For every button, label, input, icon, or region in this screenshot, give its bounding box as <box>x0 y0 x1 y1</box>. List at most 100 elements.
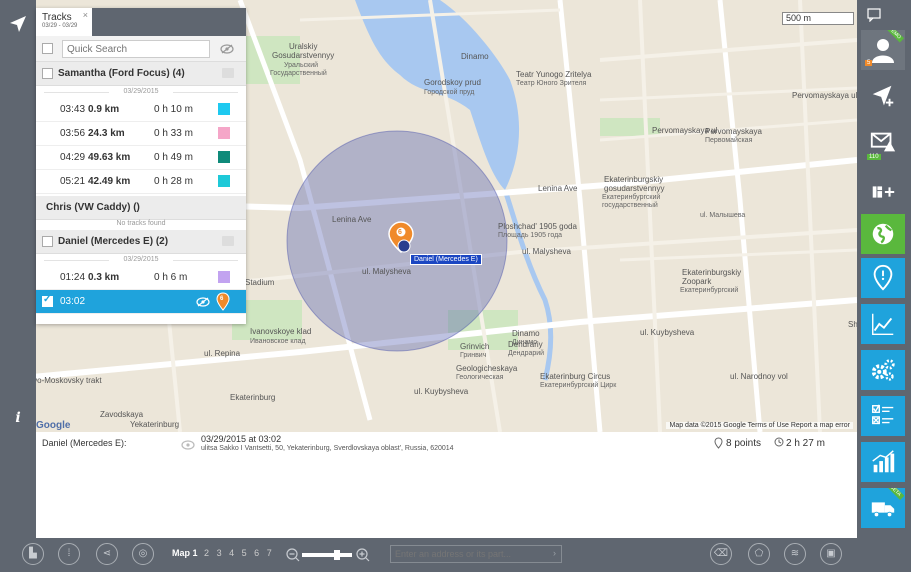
chat-icon[interactable] <box>222 236 234 246</box>
tab-tracks[interactable]: Tracks 03/29 - 03/29 × <box>36 8 92 36</box>
map-scale: 500 m <box>782 12 854 25</box>
map-page-2[interactable]: 2 <box>204 548 209 558</box>
line-chart-icon <box>872 313 894 335</box>
chat-bubble-icon[interactable] <box>867 8 881 22</box>
map-pin-icon[interactable] <box>216 292 230 312</box>
map-page-7[interactable]: 7 <box>267 548 272 558</box>
date-separator: 03/29/2015 <box>36 254 246 266</box>
polygon-icon[interactable]: ⬠ <box>748 543 770 565</box>
add-location-button[interactable] <box>861 76 905 116</box>
track-color-swatch[interactable] <box>218 151 230 163</box>
chat-icon[interactable] <box>222 68 234 78</box>
tasks-button[interactable] <box>861 396 905 436</box>
info-icon[interactable]: i <box>8 410 28 428</box>
hide-all-eye-icon[interactable] <box>220 44 234 54</box>
map-label: ul. Malysheva <box>362 267 411 276</box>
track-time: 04:29 <box>60 152 86 163</box>
map-page-6[interactable]: 6 <box>254 548 259 558</box>
track-row-selected[interactable]: ✓ 03:02 6 <box>36 290 246 314</box>
track-row[interactable]: 03:56 24.3 km 0 h 33 m <box>36 122 246 146</box>
left-toolbar: i <box>0 0 36 432</box>
track-duration: 0 h 49 m <box>154 152 193 163</box>
map-page-4[interactable]: 4 <box>229 548 234 558</box>
reports-button[interactable] <box>861 442 905 482</box>
visibility-eye-icon[interactable] <box>181 440 195 450</box>
location-pin-icon <box>873 264 893 291</box>
quick-search-input[interactable] <box>62 40 210 58</box>
track-color-swatch[interactable] <box>218 175 230 187</box>
track-row[interactable]: 04:29 49.63 km 0 h 49 m <box>36 146 246 170</box>
bottom-toolbar: ▙ ⁞ ⋖ ◎ Map 1 2 3 4 5 6 7 › ⌫ ⬠ <box>0 538 857 572</box>
user-badge: 5 <box>865 60 873 66</box>
track-color-swatch[interactable] <box>218 103 230 115</box>
track-row[interactable]: 01:24 0.3 km 0 h 6 m <box>36 266 246 290</box>
map-label: Первомайская <box>705 137 753 144</box>
track-color-swatch[interactable] <box>218 271 230 283</box>
track-row[interactable]: 05:21 42.49 km 0 h 28 m <box>36 170 246 194</box>
fullscreen-icon[interactable]: ▣ <box>820 543 842 565</box>
share-icon[interactable]: ⋖ <box>96 543 118 565</box>
track-distance: 42.49 km <box>88 176 131 187</box>
gears-icon <box>871 359 895 381</box>
tab-date-range: 03/29 - 03/29 <box>42 23 78 29</box>
map-label: ul. Narodnoy vol <box>730 372 788 381</box>
track-time: 03:56 <box>60 128 86 139</box>
group-name: Samantha (Ford Focus) (4) <box>58 68 185 79</box>
stack-icon[interactable]: ≋ <box>784 543 806 565</box>
track-distance: 24.3 km <box>88 128 125 139</box>
marker-label[interactable]: Daniel (Mercedes E) <box>410 254 482 265</box>
group-row-daniel[interactable]: Daniel (Mercedes E) (2) <box>36 230 246 254</box>
group-row-samantha[interactable]: Samantha (Ford Focus) (4) <box>36 62 246 86</box>
fleet-button[interactable]: BETA <box>861 488 905 528</box>
map-page-5[interactable]: 5 <box>242 548 247 558</box>
settings-button[interactable] <box>861 350 905 390</box>
tracks-panel: Tracks 03/29 - 03/29 × Samantha (Ford Fo… <box>36 8 246 324</box>
globe-icon <box>872 223 894 245</box>
address-go-button[interactable]: › <box>553 548 556 558</box>
date-separator: 03/29/2015 <box>36 86 246 98</box>
map-label: Площадь 1905 года <box>498 232 563 239</box>
track-row[interactable]: 03:43 0.9 km 0 h 10 m <box>36 98 246 122</box>
map-label: Yekaterinburg <box>130 420 180 429</box>
zoom-slider-handle[interactable] <box>334 550 340 560</box>
charts-button[interactable] <box>861 304 905 344</box>
layers-icon[interactable]: ▙ <box>22 543 44 565</box>
select-all-checkbox[interactable] <box>42 43 53 54</box>
map-page-3[interactable]: 3 <box>217 548 222 558</box>
map-label: Ekaterinburgskiy <box>682 268 742 277</box>
arrow-plus-icon <box>872 85 894 107</box>
user-account-button[interactable]: 5 DEMO <box>861 30 905 70</box>
address-search-input[interactable] <box>390 545 562 563</box>
eraser-icon[interactable]: ⌫ <box>710 543 732 565</box>
info-points: 8 points <box>726 438 762 449</box>
eye-icon[interactable] <box>196 297 210 307</box>
truck-icon <box>871 502 895 518</box>
group-checkbox[interactable] <box>42 68 53 79</box>
zoom-out-icon[interactable] <box>286 548 300 562</box>
map-attribution[interactable]: Map data ©2015 Google Terms of Use Repor… <box>666 422 853 429</box>
map-page-current[interactable]: Map 1 <box>172 548 198 558</box>
track-time: 03:43 <box>60 104 86 115</box>
map-label: Гринвич <box>460 352 487 359</box>
group-name: Daniel (Mercedes E) (2) <box>58 236 169 247</box>
no-tracks-note: No tracks found <box>116 220 166 227</box>
user-icon <box>872 39 894 63</box>
traffic-light-icon[interactable]: ⁞ <box>58 543 80 565</box>
clock-icon <box>774 437 784 447</box>
messages-button[interactable]: 110 <box>861 122 905 162</box>
zoom-slider[interactable] <box>302 553 352 557</box>
group-checkbox[interactable] <box>42 236 53 247</box>
track-color-swatch[interactable] <box>218 127 230 139</box>
track-distance: 0.3 km <box>88 272 120 283</box>
search-row <box>36 36 246 62</box>
place-pin-icon[interactable]: ◎ <box>132 543 154 565</box>
geofence-button[interactable] <box>861 258 905 298</box>
navigation-arrow-icon[interactable] <box>8 14 28 34</box>
group-row-chris[interactable]: Chris (VW Caddy) () <box>36 196 246 220</box>
add-widget-button[interactable] <box>861 172 905 212</box>
zoom-in-icon[interactable] <box>356 548 370 562</box>
map-label: gosudarstvennyy <box>604 184 665 193</box>
map-view-button[interactable] <box>861 214 905 254</box>
close-tab-icon[interactable]: × <box>83 10 88 20</box>
bar-chart-icon <box>872 450 895 473</box>
